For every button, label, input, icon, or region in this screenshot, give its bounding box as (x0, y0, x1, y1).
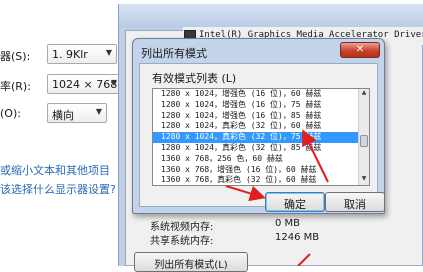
display-settings-link[interactable]: 该选择什么显示器设置? (0, 181, 116, 197)
shared-system-memory-value: 1246 MB (275, 232, 320, 243)
chevron-down-icon: ▼ (110, 78, 117, 87)
mode-list-item[interactable]: 1360 x 768，256 色，60 赫兹 (153, 154, 358, 165)
mode-list-item[interactable]: 1360 x 768，增强色 (16 位)，60 赫兹 (153, 165, 358, 176)
orientation-label: (O): (0, 107, 21, 120)
display-settings-panel: 器(S): 1. 9Klr ▼ 率(R): 1024 × 768 ▼ (O): … (0, 0, 130, 266)
shared-system-memory-label: 共享系统内存: (150, 236, 214, 247)
cancel-button[interactable]: 取消 (325, 192, 385, 212)
mode-list-label: 有效模式列表 (L) (152, 72, 237, 85)
dialog-body: 有效模式列表 (L) 1280 x 1024，增强色 (16 位)，60 赫兹 1… (139, 63, 378, 207)
mode-list-item[interactable]: 1280 x 1024，真彩色 (32 位)，85 赫兹 (153, 143, 358, 154)
scroll-down-icon[interactable]: ▼ (359, 175, 369, 185)
mode-list-item[interactable]: 1280 x 1024，增强色 (16 位)，60 赫兹 (153, 89, 358, 100)
list-all-modes-dialog: 列出所有模式 ✕ 有效模式列表 (L) 1280 x 1024，增强色 (16 … (132, 38, 385, 214)
resolution-dropdown[interactable]: 1. 9Klr ▼ (47, 44, 117, 64)
ok-button[interactable]: 确定 (265, 192, 325, 212)
system-video-memory-label: 系统视频内存: (150, 222, 214, 233)
resolution-value: 1. 9Klr (52, 48, 88, 61)
system-video-memory-value: 0 MB (275, 218, 301, 229)
mode-list-item[interactable]: 1280 x 1024，增强色 (16 位)，75 赫兹 (153, 100, 358, 111)
resolution-label: 器(S): (0, 50, 31, 63)
chevron-down-icon: ▼ (95, 107, 102, 116)
dialog-title: 列出所有模式 (141, 47, 207, 60)
chevron-down-icon: ▼ (105, 48, 112, 57)
orientation-value: 横向 (52, 109, 74, 122)
mode-list-item[interactable]: 1280 x 1024，真彩色 (32 位)，75 赫兹 (153, 132, 358, 143)
close-icon: ✕ (355, 44, 365, 55)
rate-label: 率(R): (0, 80, 31, 93)
close-button[interactable]: ✕ (340, 42, 380, 58)
mode-list-item[interactable]: 1280 x 1024，真彩色 (32 位)，60 赫兹 (153, 121, 358, 132)
mode-list-scrollbar[interactable]: ▲ ▼ (358, 89, 369, 185)
mode-list-item[interactable]: 1280 x 1024，增强色 (16 位)，85 赫兹 (153, 111, 358, 122)
text-size-link[interactable]: 或缩小文本和其他项目 (0, 162, 110, 178)
mode-list-rows: 1280 x 1024，增强色 (16 位)，60 赫兹 1280 x 1024，… (153, 89, 358, 185)
mode-list-item[interactable]: 1360 x 768，真彩色 (32 位)，60 赫兹 (153, 175, 358, 185)
window-titlebar (119, 4, 423, 28)
rate-value: 1024 × 768 (52, 78, 118, 91)
mode-listbox[interactable]: 1280 x 1024，增强色 (16 位)，60 赫兹 1280 x 1024，… (152, 88, 370, 186)
scroll-thumb[interactable] (360, 135, 368, 147)
scroll-up-icon[interactable]: ▲ (359, 89, 369, 99)
list-all-modes-button[interactable]: 列出所有模式(L) (134, 252, 248, 272)
orientation-dropdown[interactable]: 横向 ▼ (47, 103, 107, 123)
rate-dropdown[interactable]: 1024 × 768 ▼ (47, 74, 122, 94)
